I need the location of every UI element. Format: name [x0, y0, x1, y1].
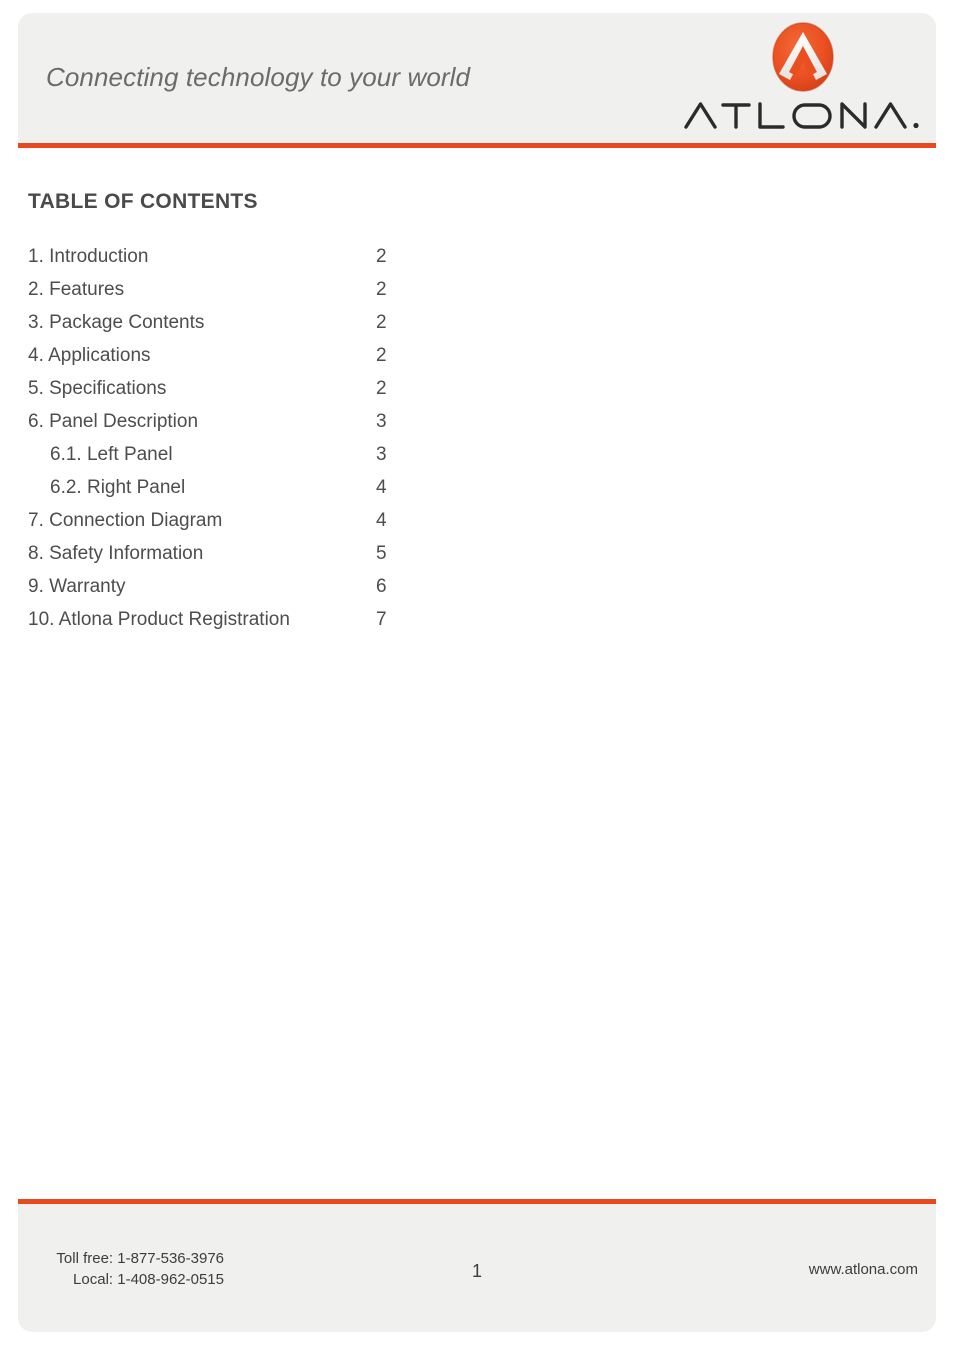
toc-entry-label: 2. Features: [28, 279, 125, 300]
toc-entry[interactable]: 7. Connection Diagram 4: [28, 510, 448, 543]
brand-logo: [680, 22, 930, 134]
toc-entry-page: 2: [376, 279, 387, 300]
toc-entry-page: 7: [376, 609, 387, 630]
toc-subentry[interactable]: 6.2. Right Panel 4: [28, 477, 448, 510]
toc-entry-label: 4. Applications: [28, 345, 151, 366]
toc-entry[interactable]: 1. Introduction 2: [28, 246, 448, 279]
atlona-wordmark: [682, 98, 924, 132]
toc-entry-page: 2: [376, 246, 387, 267]
toc-entry[interactable]: 3. Package Contents 2: [28, 312, 448, 345]
toc-entry-page: 4: [376, 477, 387, 498]
toc-entry-page: 5: [376, 543, 387, 564]
toc-entry-label: 1. Introduction: [28, 246, 149, 267]
toc-entry[interactable]: 4. Applications 2: [28, 345, 448, 378]
atlona-circle-chevron-logo-icon: [772, 22, 834, 92]
toc-entry-page: 3: [376, 411, 387, 432]
toc-subentry[interactable]: 6.1. Left Panel 3: [28, 444, 448, 477]
toc-entry[interactable]: 9. Warranty 6: [28, 576, 448, 609]
toc-entry-label: 7. Connection Diagram: [28, 510, 223, 531]
toc-entry-label: 9. Warranty: [28, 576, 126, 597]
toc-entry[interactable]: 2. Features 2: [28, 279, 448, 312]
header-tagline: Connecting technology to your world: [46, 62, 471, 92]
toc-entry[interactable]: 6. Panel Description 3: [28, 411, 448, 444]
toc-entry[interactable]: 5. Specifications 2: [28, 378, 448, 411]
toc-entry-label: 6.1. Left Panel: [50, 444, 173, 465]
page-title: TABLE OF CONTENTS: [28, 190, 258, 213]
toc-entry-page: 3: [376, 444, 387, 465]
toc-entry[interactable]: 10. Atlona Product Registration 7: [28, 609, 448, 642]
toc-entry-page: 4: [376, 510, 387, 531]
toc-entry-page: 6: [376, 576, 387, 597]
toc-entry-label: 10. Atlona Product Registration: [28, 609, 290, 630]
toc-entry-label: 8. Safety Information: [28, 543, 204, 564]
toc-entry-label: 6. Panel Description: [28, 411, 199, 432]
toc-entry-page: 2: [376, 345, 387, 366]
toc-entry-label: 3. Package Contents: [28, 312, 205, 333]
toc-entry-page: 2: [376, 312, 387, 333]
header-accent-rule: [18, 143, 936, 148]
toc-entry[interactable]: 8. Safety Information 5: [28, 543, 448, 576]
footer-website: www.atlona.com: [808, 1261, 918, 1278]
toc-entry-label: 6.2. Right Panel: [50, 477, 186, 498]
table-of-contents-list: 1. Introduction 2 2. Features 2 3. Packa…: [28, 246, 448, 642]
toc-entry-label: 5. Specifications: [28, 378, 167, 399]
toc-entry-page: 2: [376, 378, 387, 399]
